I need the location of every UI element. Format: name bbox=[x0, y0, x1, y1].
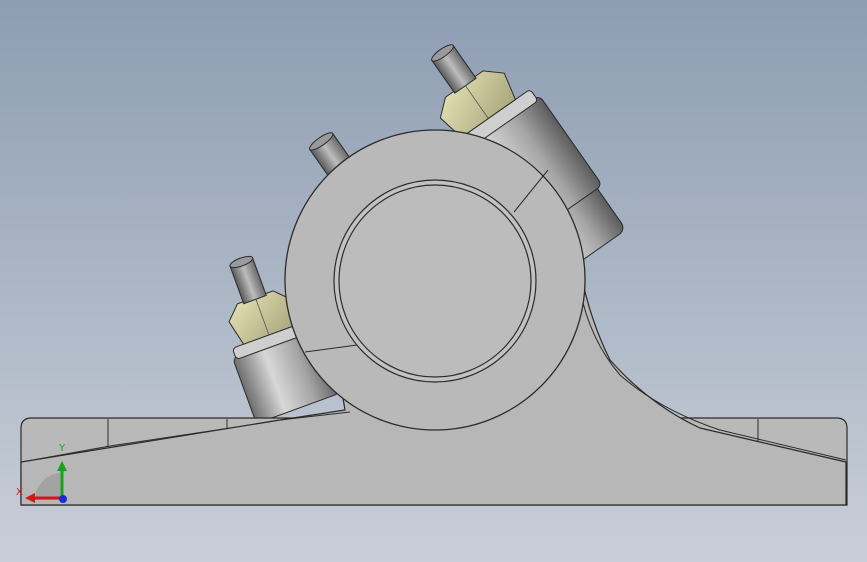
x-axis-label: X bbox=[16, 487, 23, 498]
graphics-viewport[interactable]: X Y bbox=[0, 0, 867, 562]
y-axis-label: Y bbox=[59, 443, 66, 454]
shaft-bore[interactable] bbox=[338, 184, 532, 378]
z-axis-dot bbox=[59, 495, 67, 503]
model-canvas[interactable] bbox=[0, 0, 867, 562]
